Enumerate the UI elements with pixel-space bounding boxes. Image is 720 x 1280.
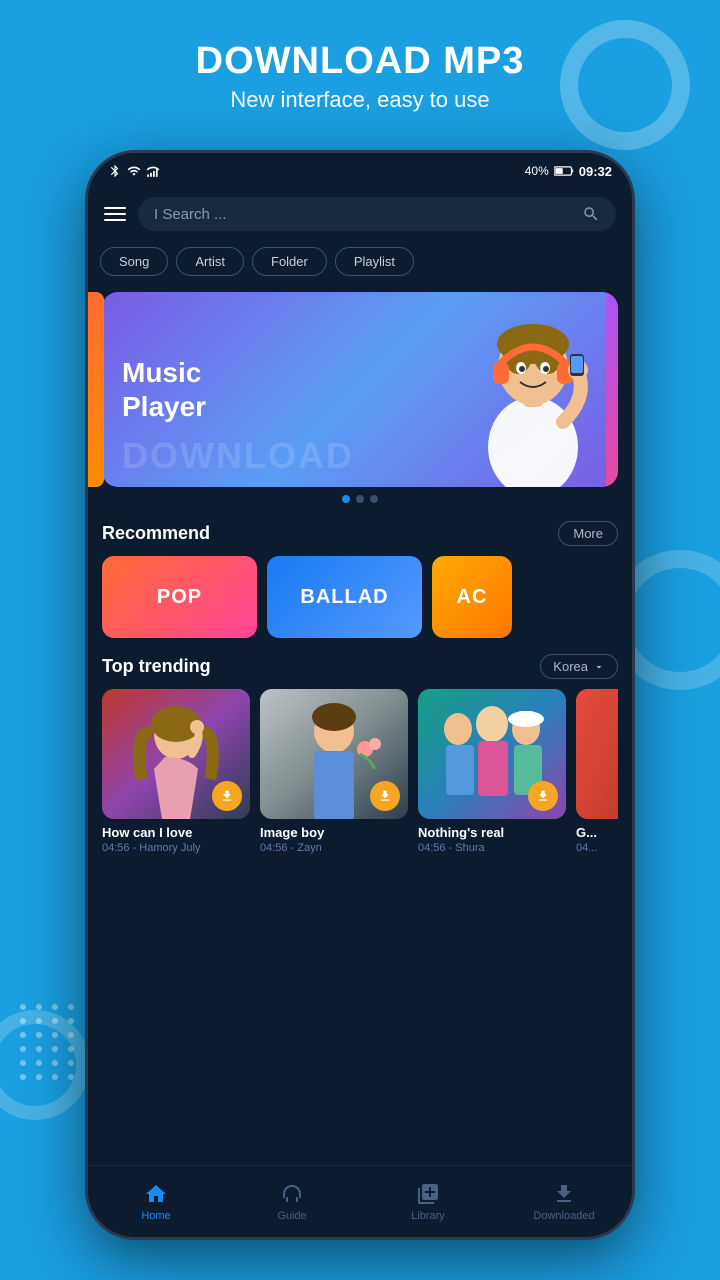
song-card-1[interactable]: Image boy 04:56 - Zayn — [260, 689, 408, 854]
nav-guide[interactable]: Guide — [224, 1182, 360, 1222]
battery-icon — [554, 165, 574, 177]
status-bar: 40% 09:32 — [88, 153, 632, 189]
nav-library[interactable]: Library — [360, 1182, 496, 1222]
wifi-icon — [127, 164, 141, 178]
banner-dot-1 — [342, 495, 350, 503]
search-icon — [582, 205, 600, 223]
banner-area: Music Player DOWNLOAD — [88, 284, 632, 511]
nav-downloaded-label: Downloaded — [533, 1210, 594, 1222]
search-bar: I Search ... — [88, 189, 632, 239]
app-subtitle: New interface, easy to use — [0, 87, 720, 113]
phone-frame: 40% 09:32 I Search ... Song Artist Folde… — [85, 150, 635, 1240]
recommend-more-button[interactable]: More — [558, 521, 618, 546]
banner-text-area: Music Player — [102, 336, 226, 443]
tab-playlist[interactable]: Playlist — [335, 247, 414, 276]
song-card-3[interactable]: G... 04... — [576, 689, 618, 854]
signal-icon — [146, 164, 160, 178]
download-btn-1[interactable] — [370, 781, 400, 811]
genre-card-ballad[interactable]: BALLAD — [267, 556, 422, 638]
trending-header: Top trending Korea — [102, 654, 618, 679]
trending-section: Top trending Korea — [88, 644, 632, 860]
download-icon-0 — [220, 789, 234, 803]
dots-pattern — [20, 1004, 76, 1080]
tab-bar: Song Artist Folder Playlist — [88, 239, 632, 284]
search-input-wrapper[interactable]: I Search ... — [138, 197, 616, 231]
nav-downloaded[interactable]: Downloaded — [496, 1182, 632, 1222]
song-card-0[interactable]: How can I love 04:56 - Hamory July — [102, 689, 250, 854]
trending-title: Top trending — [102, 656, 211, 677]
status-left-icons — [108, 164, 160, 178]
song-title-0: How can I love — [102, 825, 250, 840]
download-icon-1 — [378, 789, 392, 803]
download-icon-2 — [536, 789, 550, 803]
banner-dot-2 — [356, 495, 364, 503]
song-title-1: Image boy — [260, 825, 408, 840]
song-title-2: Nothing's real — [418, 825, 566, 840]
genre-card-pop[interactable]: POP — [102, 556, 257, 638]
song-meta-2: 04:56 - Shura — [418, 842, 566, 854]
nav-home[interactable]: Home — [88, 1182, 224, 1222]
genre-card-ac[interactable]: AC — [432, 556, 512, 638]
download-btn-0[interactable] — [212, 781, 242, 811]
song-3-art — [576, 689, 618, 819]
song-meta-3: 04... — [576, 842, 618, 854]
downloaded-icon — [552, 1182, 576, 1206]
song-meta-0: 04:56 - Hamory July — [102, 842, 250, 854]
banner-dot-3 — [370, 495, 378, 503]
menu-button[interactable] — [104, 207, 126, 221]
song-thumb-2 — [418, 689, 566, 819]
nav-home-label: Home — [141, 1210, 170, 1222]
banner-main-text: Music Player — [122, 356, 206, 423]
tab-folder[interactable]: Folder — [252, 247, 327, 276]
headphones-nav-icon — [280, 1182, 304, 1206]
status-time: 09:32 — [579, 164, 612, 179]
bluetooth-icon — [108, 164, 122, 178]
bottom-nav: Home Guide Library Downloaded — [88, 1165, 632, 1237]
song-row: How can I love 04:56 - Hamory July — [102, 689, 618, 854]
song-thumb-3 — [576, 689, 618, 819]
battery-text: 40% — [525, 164, 549, 178]
banner-person-illustration — [458, 292, 608, 487]
library-icon — [416, 1182, 440, 1206]
status-right-icons: 40% 09:32 — [525, 164, 612, 179]
chevron-down-icon — [593, 661, 605, 673]
country-label: Korea — [553, 659, 588, 674]
tab-artist[interactable]: Artist — [176, 247, 244, 276]
download-btn-2[interactable] — [528, 781, 558, 811]
home-icon — [144, 1182, 168, 1206]
banner-slide[interactable]: Music Player DOWNLOAD — [102, 292, 618, 487]
recommend-title: Recommend — [102, 523, 210, 544]
nav-guide-label: Guide — [277, 1210, 306, 1222]
recommend-section: Recommend More POP BALLAD AC — [88, 511, 632, 644]
song-thumb-1 — [260, 689, 408, 819]
tab-song[interactable]: Song — [100, 247, 168, 276]
song-title-3: G... — [576, 825, 618, 840]
genre-row: POP BALLAD AC — [102, 556, 618, 638]
song-card-2[interactable]: Nothing's real 04:56 - Shura — [418, 689, 566, 854]
header-area: DOWNLOAD MP3 New interface, easy to use — [0, 40, 720, 113]
recommend-header: Recommend More — [102, 521, 618, 546]
country-selector[interactable]: Korea — [540, 654, 618, 679]
song-thumb-0 — [102, 689, 250, 819]
search-placeholder: I Search ... — [154, 206, 574, 223]
nav-library-label: Library — [411, 1210, 445, 1222]
app-title: DOWNLOAD MP3 — [0, 40, 720, 83]
banner-dots — [102, 495, 618, 503]
song-meta-1: 04:56 - Zayn — [260, 842, 408, 854]
